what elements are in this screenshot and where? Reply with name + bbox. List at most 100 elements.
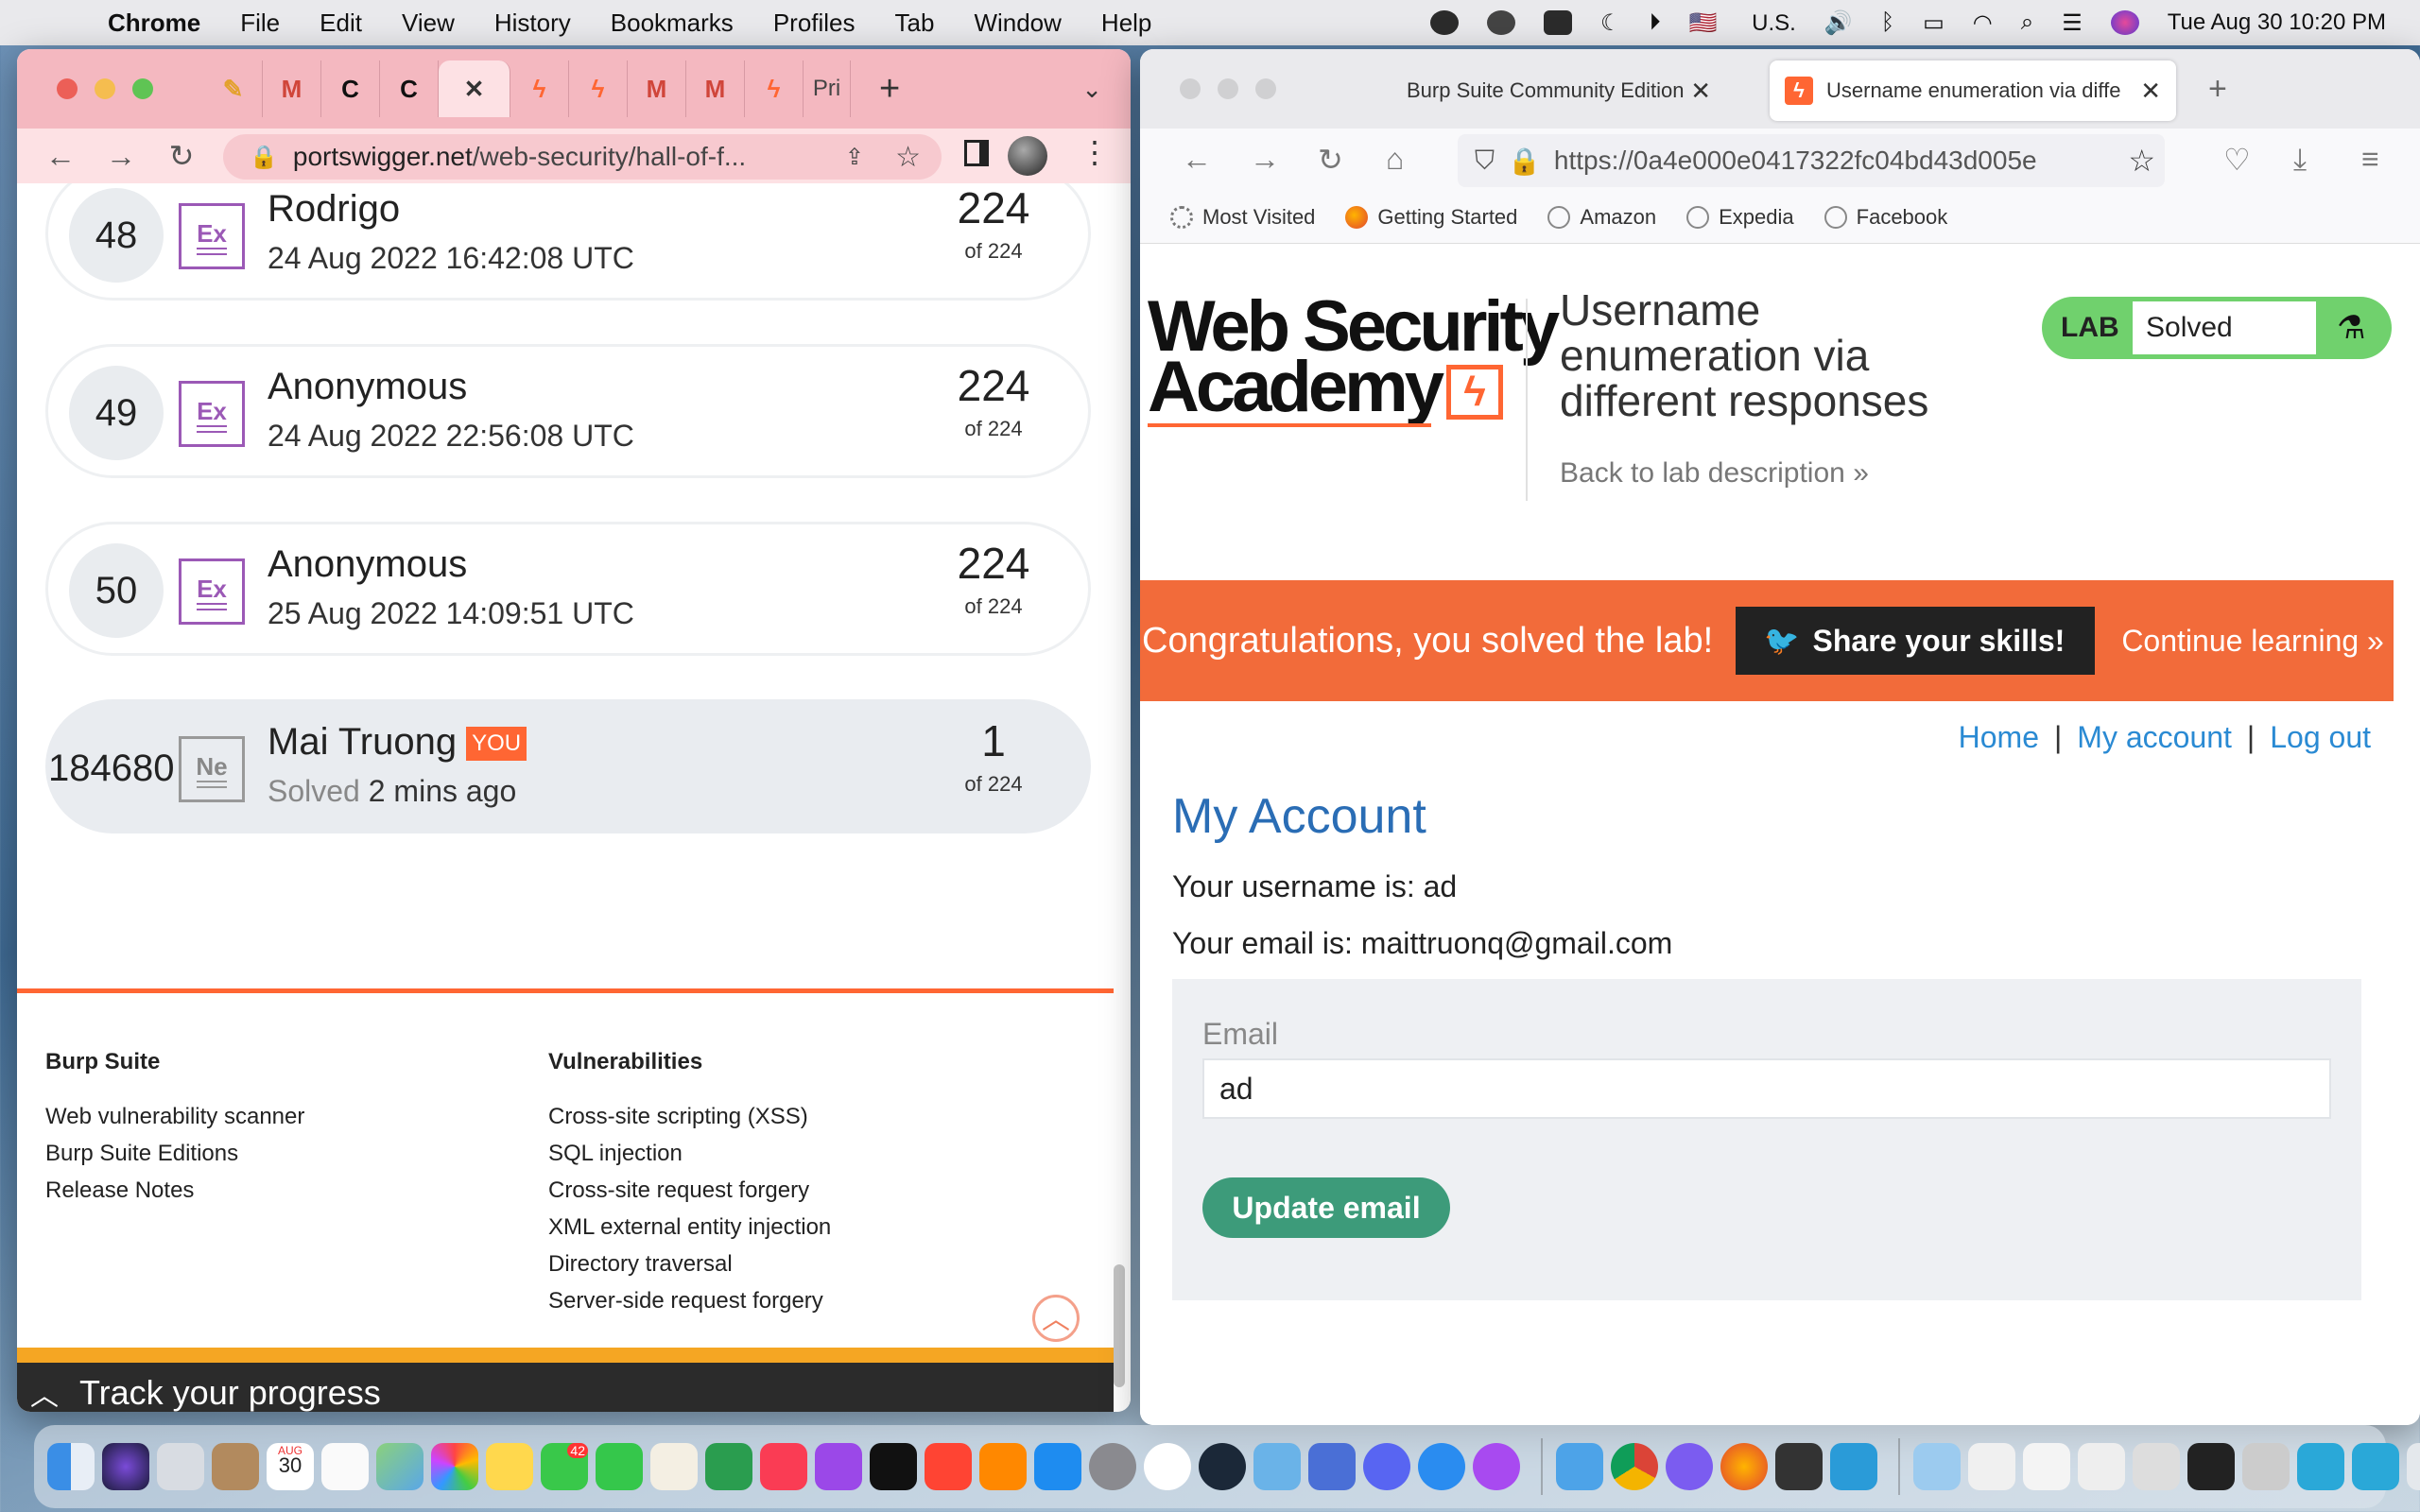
email-field[interactable] <box>1202 1058 2331 1119</box>
control-center-icon[interactable]: ☰ <box>2062 9 2083 37</box>
trash-icon[interactable] <box>2407 1443 2420 1490</box>
menu-bookmarks[interactable]: Bookmarks <box>611 9 734 38</box>
footer-link[interactable]: Release Notes <box>45 1172 304 1209</box>
tab-portswigger[interactable]: ϟ <box>745 60 804 117</box>
menu-help[interactable]: Help <box>1101 9 1151 38</box>
back-arrow-icon[interactable]: ← <box>43 139 78 174</box>
document-thumbnail-icon[interactable] <box>1968 1443 2015 1490</box>
menu-clock[interactable]: Tue Aug 30 10:20 PM <box>2168 9 2386 36</box>
screenshot-thumbnail-icon[interactable] <box>2187 1443 2235 1490</box>
steam-icon[interactable] <box>1199 1443 1246 1490</box>
burp-suite-icon[interactable] <box>1775 1443 1823 1490</box>
bookmark-getting-started[interactable]: Getting Started <box>1345 205 1517 230</box>
discord-icon[interactable] <box>1363 1443 1410 1490</box>
tab-lab-active[interactable]: ϟ Username enumeration via diffe ✕ <box>1770 60 2176 121</box>
finder-icon[interactable] <box>47 1443 95 1490</box>
zoom-window-button[interactable] <box>132 78 153 99</box>
apple-tv-icon[interactable] <box>870 1443 917 1490</box>
messenger-icon[interactable] <box>1473 1443 1520 1490</box>
launchpad-icon[interactable] <box>157 1443 204 1490</box>
books-icon[interactable] <box>979 1443 1027 1490</box>
forward-arrow-icon[interactable]: → <box>1250 142 1280 177</box>
battery-icon[interactable]: ▭ <box>1923 9 1945 37</box>
bookmark-star-icon[interactable]: ☆ <box>895 141 921 174</box>
close-tab-icon[interactable]: ✕ <box>2140 77 2161 106</box>
close-window-button[interactable] <box>57 78 78 99</box>
app-store-icon[interactable] <box>1034 1443 1081 1490</box>
menu-file[interactable]: File <box>240 9 280 38</box>
minimize-window-button[interactable] <box>95 78 115 99</box>
lightning-app-icon[interactable] <box>2297 1443 2344 1490</box>
document-thumbnail-icon[interactable] <box>2078 1443 2125 1490</box>
lightning-app-icon[interactable] <box>2352 1443 2399 1490</box>
pocket-icon[interactable]: ♡ <box>2223 142 2251 178</box>
numbers-icon[interactable] <box>705 1443 752 1490</box>
back-to-lab-description-link[interactable]: Back to lab description » <box>1560 457 1869 490</box>
tab-active-hall-of-fame[interactable]: ✕ <box>439 60 510 117</box>
screen-recorder-icon[interactable] <box>1544 10 1573 35</box>
creative-cloud-icon[interactable] <box>1430 10 1460 35</box>
input-source[interactable]: 🇺🇸 U.S. <box>1689 9 1796 37</box>
system-preferences-icon[interactable] <box>1089 1443 1136 1490</box>
hamburger-menu-icon[interactable]: ≡ <box>2361 142 2379 177</box>
tab-search-chevron-icon[interactable]: ⌄ <box>1081 75 1102 104</box>
menu-profiles[interactable]: Profiles <box>773 9 856 38</box>
tab-gmail[interactable]: M <box>263 60 321 117</box>
footer-link[interactable]: SQL injection <box>548 1135 831 1172</box>
menu-app-name[interactable]: Chrome <box>108 9 200 38</box>
side-panel-icon[interactable] <box>964 140 989 166</box>
address-bar[interactable]: ⛉ 🔒 https://0a4e000e0417322fc04bd43d005e… <box>1458 134 2165 187</box>
safari-icon[interactable] <box>1418 1443 1465 1490</box>
page-scrollbar[interactable] <box>1114 1264 1125 1387</box>
menu-window[interactable]: Window <box>974 9 1061 38</box>
close-tab-icon[interactable]: ✕ <box>1690 77 1711 106</box>
tab-private[interactable]: Pri <box>804 60 851 117</box>
continue-learning-link[interactable]: Continue learning » <box>2121 624 2384 659</box>
messenger-icon[interactable] <box>1666 1443 1713 1490</box>
tab-burp-suite[interactable]: Burp Suite Community Edition ✕ <box>1395 60 1726 121</box>
bookmark-most-visited[interactable]: Most Visited <box>1170 205 1315 230</box>
vpn-icon[interactable] <box>1487 10 1516 35</box>
lightning-app-icon[interactable] <box>1830 1443 1877 1490</box>
spotlight-search-icon[interactable]: ⌕ <box>2021 9 2033 36</box>
freeform-icon[interactable] <box>650 1443 698 1490</box>
siri-icon[interactable] <box>102 1443 149 1490</box>
chrome-menu-icon[interactable]: ⋮ <box>1080 134 1110 170</box>
zoom-window-button[interactable] <box>1255 78 1276 99</box>
close-window-button[interactable] <box>1180 78 1201 99</box>
tab-c-site[interactable]: C <box>321 60 380 117</box>
wifi-icon[interactable]: ◠ <box>1973 9 1993 37</box>
mail-app-icon[interactable] <box>1308 1443 1356 1490</box>
calendar-icon[interactable]: AUG 30 <box>267 1443 314 1490</box>
play-circle-icon[interactable]: ⏵ <box>1650 9 1661 36</box>
music-icon[interactable] <box>760 1443 807 1490</box>
forward-arrow-icon[interactable]: → <box>104 139 138 174</box>
update-email-button[interactable]: Update email <box>1202 1177 1450 1238</box>
footer-link[interactable]: Web vulnerability scanner <box>45 1098 304 1135</box>
messages-icon[interactable]: 42 <box>541 1443 588 1490</box>
downloads-folder-icon[interactable] <box>1913 1443 1961 1490</box>
siri-icon[interactable] <box>2110 10 2139 35</box>
bookmark-expedia[interactable]: Expedia <box>1686 205 1794 230</box>
monitor-app-icon[interactable] <box>1144 1443 1191 1490</box>
reload-icon[interactable]: ↻ <box>164 138 199 174</box>
bookmark-star-icon[interactable]: ☆ <box>2122 143 2155 179</box>
tab-portswigger[interactable]: ϟ <box>569 60 628 117</box>
footer-link[interactable]: Server-side request forgery <box>548 1282 831 1319</box>
reload-icon[interactable]: ↻ <box>1318 142 1343 178</box>
lock-icon[interactable]: 🔒 <box>1508 146 1541 177</box>
home-icon[interactable]: ⌂ <box>1386 142 1404 177</box>
document-thumbnail-icon[interactable] <box>2133 1443 2180 1490</box>
new-tab-plus-icon[interactable]: + <box>2208 71 2227 108</box>
footer-link[interactable]: Directory traversal <box>548 1246 831 1282</box>
web-security-academy-logo[interactable]: Web Security Academy ϟ <box>1148 291 1560 427</box>
log-out-link[interactable]: Log out <box>2270 720 2371 754</box>
document-thumbnail-icon[interactable] <box>2023 1443 2070 1490</box>
my-account-link[interactable]: My account <box>2077 720 2232 754</box>
network-radar-icon[interactable] <box>1253 1443 1301 1490</box>
download-icon[interactable]: ⤓ <box>2293 142 2307 178</box>
close-tab-icon[interactable]: ✕ <box>464 75 485 104</box>
shield-icon[interactable]: ⛉ <box>1475 146 1495 177</box>
volume-icon[interactable]: 🔊 <box>1824 9 1853 37</box>
footer-link[interactable]: Cross-site request forgery <box>548 1172 831 1209</box>
